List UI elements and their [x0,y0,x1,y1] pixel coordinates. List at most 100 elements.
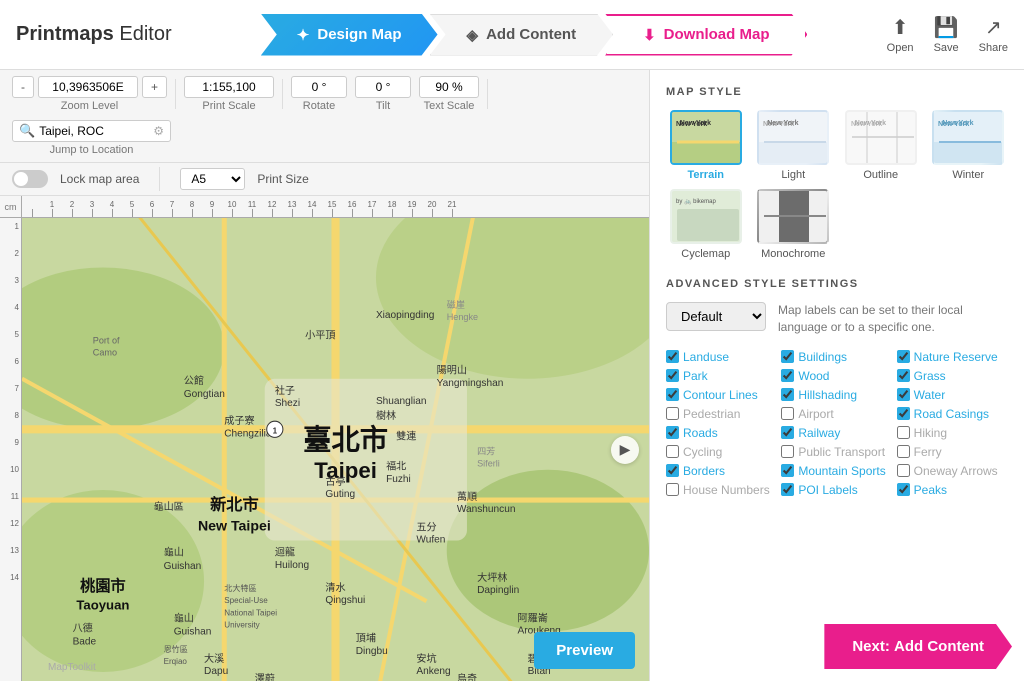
text-scale-input[interactable] [419,76,479,98]
layer-cycling: Cycling [666,445,777,459]
road-casings-label[interactable]: Road Casings [914,407,989,421]
svg-text:Port of: Port of [93,335,120,345]
poi-labels-checkbox[interactable] [781,483,794,496]
map-next-arrow[interactable]: ▶ [611,436,639,464]
style-cyclemap[interactable]: by 🚲 bikemap Cyclemap [666,189,746,260]
poi-labels-label[interactable]: POI Labels [798,483,857,497]
peaks-label[interactable]: Peaks [914,483,947,497]
borders-label[interactable]: Borders [683,464,725,478]
oneway-arrows-checkbox[interactable] [897,464,910,477]
cycling-checkbox[interactable] [666,445,679,458]
svg-text:雙連: 雙連 [396,429,416,442]
save-action[interactable]: 💾 Save [934,15,959,54]
style-outline[interactable]: New York Outline [841,110,921,181]
landuse-checkbox[interactable] [666,350,679,363]
search-input[interactable] [39,124,149,138]
hiking-checkbox[interactable] [897,426,910,439]
step-add-content[interactable]: ◈ Add Content [430,14,614,56]
language-description: Map labels can be set to their local lan… [778,302,1008,336]
layer-pedestrian: Pedestrian [666,407,777,421]
open-action[interactable]: ⬆ Open [887,15,914,54]
print-scale-input[interactable] [184,76,274,98]
tilt-input[interactable] [355,76,411,98]
style-light[interactable]: New York Light [754,110,834,181]
step-download-map[interactable]: ⬇ Download Map [605,14,807,56]
cycling-label[interactable]: Cycling [683,445,722,459]
svg-text:New York: New York [938,121,969,128]
tick-5: 5 [122,196,142,217]
road-casings-checkbox[interactable] [897,407,910,420]
oneway-arrows-label[interactable]: Oneway Arrows [914,464,998,478]
hillshading-label[interactable]: Hillshading [798,388,857,402]
language-select[interactable]: Default English Chinese Japanese [666,302,766,331]
layer-house-numbers: House Numbers [666,483,777,497]
wood-label[interactable]: Wood [798,369,829,383]
mountain-sports-checkbox[interactable] [781,464,794,477]
svg-text:Dingbu: Dingbu [356,646,388,657]
grass-label[interactable]: Grass [914,369,946,383]
house-numbers-label[interactable]: House Numbers [683,483,770,497]
svg-text:小平頂: 小平頂 [305,329,335,341]
public-transport-label[interactable]: Public Transport [798,445,885,459]
layer-buildings: Buildings [781,350,892,364]
next-add-content-button[interactable]: Next: Add Content [824,624,1012,669]
style-monochrome[interactable]: Monochrome [754,189,834,260]
divider2 [282,79,283,109]
zoom-plus-button[interactable]: + [142,76,167,98]
buildings-checkbox[interactable] [781,350,794,363]
layer-grass: Grass [897,369,1008,383]
rotate-input[interactable] [291,76,347,98]
house-numbers-checkbox[interactable] [666,483,679,496]
step-design-map[interactable]: ✦ Design Map [261,14,438,56]
open-icon: ⬆ [892,15,909,40]
svg-text:Xiaopingding: Xiaopingding [376,310,434,321]
pedestrian-checkbox[interactable] [666,407,679,420]
hiking-label[interactable]: Hiking [914,426,947,440]
contour-lines-label[interactable]: Contour Lines [683,388,758,402]
svg-text:Shezi: Shezi [275,398,300,409]
park-label[interactable]: Park [683,369,708,383]
print-size-select[interactable]: A3 A4 A5 A6 Letter [180,168,245,190]
roads-label[interactable]: Roads [683,426,718,440]
nature-reserve-checkbox[interactable] [897,350,910,363]
lock-map-toggle[interactable] [12,170,48,188]
zoom-input[interactable] [38,76,138,98]
airport-checkbox[interactable] [781,407,794,420]
tick-1: 1 [42,196,62,217]
svg-text:New York: New York [676,121,707,128]
layer-water: Water [897,388,1008,402]
share-action[interactable]: ↗ Share [979,15,1008,54]
svg-text:Hengke: Hengke [447,312,478,322]
buildings-label[interactable]: Buildings [798,350,847,364]
park-checkbox[interactable] [666,369,679,382]
airport-label[interactable]: Airport [798,407,833,421]
svg-text:Huilong: Huilong [275,560,309,571]
style-winter[interactable]: New York Winter [929,110,1009,181]
style-terrain[interactable]: New York Terrain [666,110,746,181]
layer-borders: Borders [666,464,777,478]
landuse-label[interactable]: Landuse [683,350,729,364]
water-checkbox[interactable] [897,388,910,401]
hillshading-checkbox[interactable] [781,388,794,401]
mountain-sports-label[interactable]: Mountain Sports [798,464,885,478]
railway-label[interactable]: Railway [798,426,840,440]
water-label[interactable]: Water [914,388,946,402]
grass-checkbox[interactable] [897,369,910,382]
zoom-minus-button[interactable]: - [12,76,34,98]
peaks-checkbox[interactable] [897,483,910,496]
settings-icon: ⚙ [153,124,164,138]
nature-reserve-label[interactable]: Nature Reserve [914,350,998,364]
wood-checkbox[interactable] [781,369,794,382]
svg-text:五分: 五分 [416,521,436,533]
ferry-label[interactable]: Ferry [914,445,942,459]
borders-checkbox[interactable] [666,464,679,477]
pedestrian-label[interactable]: Pedestrian [683,407,740,421]
svg-text:迴龍: 迴龍 [275,546,295,559]
ferry-checkbox[interactable] [897,445,910,458]
railway-checkbox[interactable] [781,426,794,439]
contour-lines-checkbox[interactable] [666,388,679,401]
preview-button[interactable]: Preview [534,632,635,669]
svg-text:安坑: 安坑 [416,652,436,665]
public-transport-checkbox[interactable] [781,445,794,458]
roads-checkbox[interactable] [666,426,679,439]
